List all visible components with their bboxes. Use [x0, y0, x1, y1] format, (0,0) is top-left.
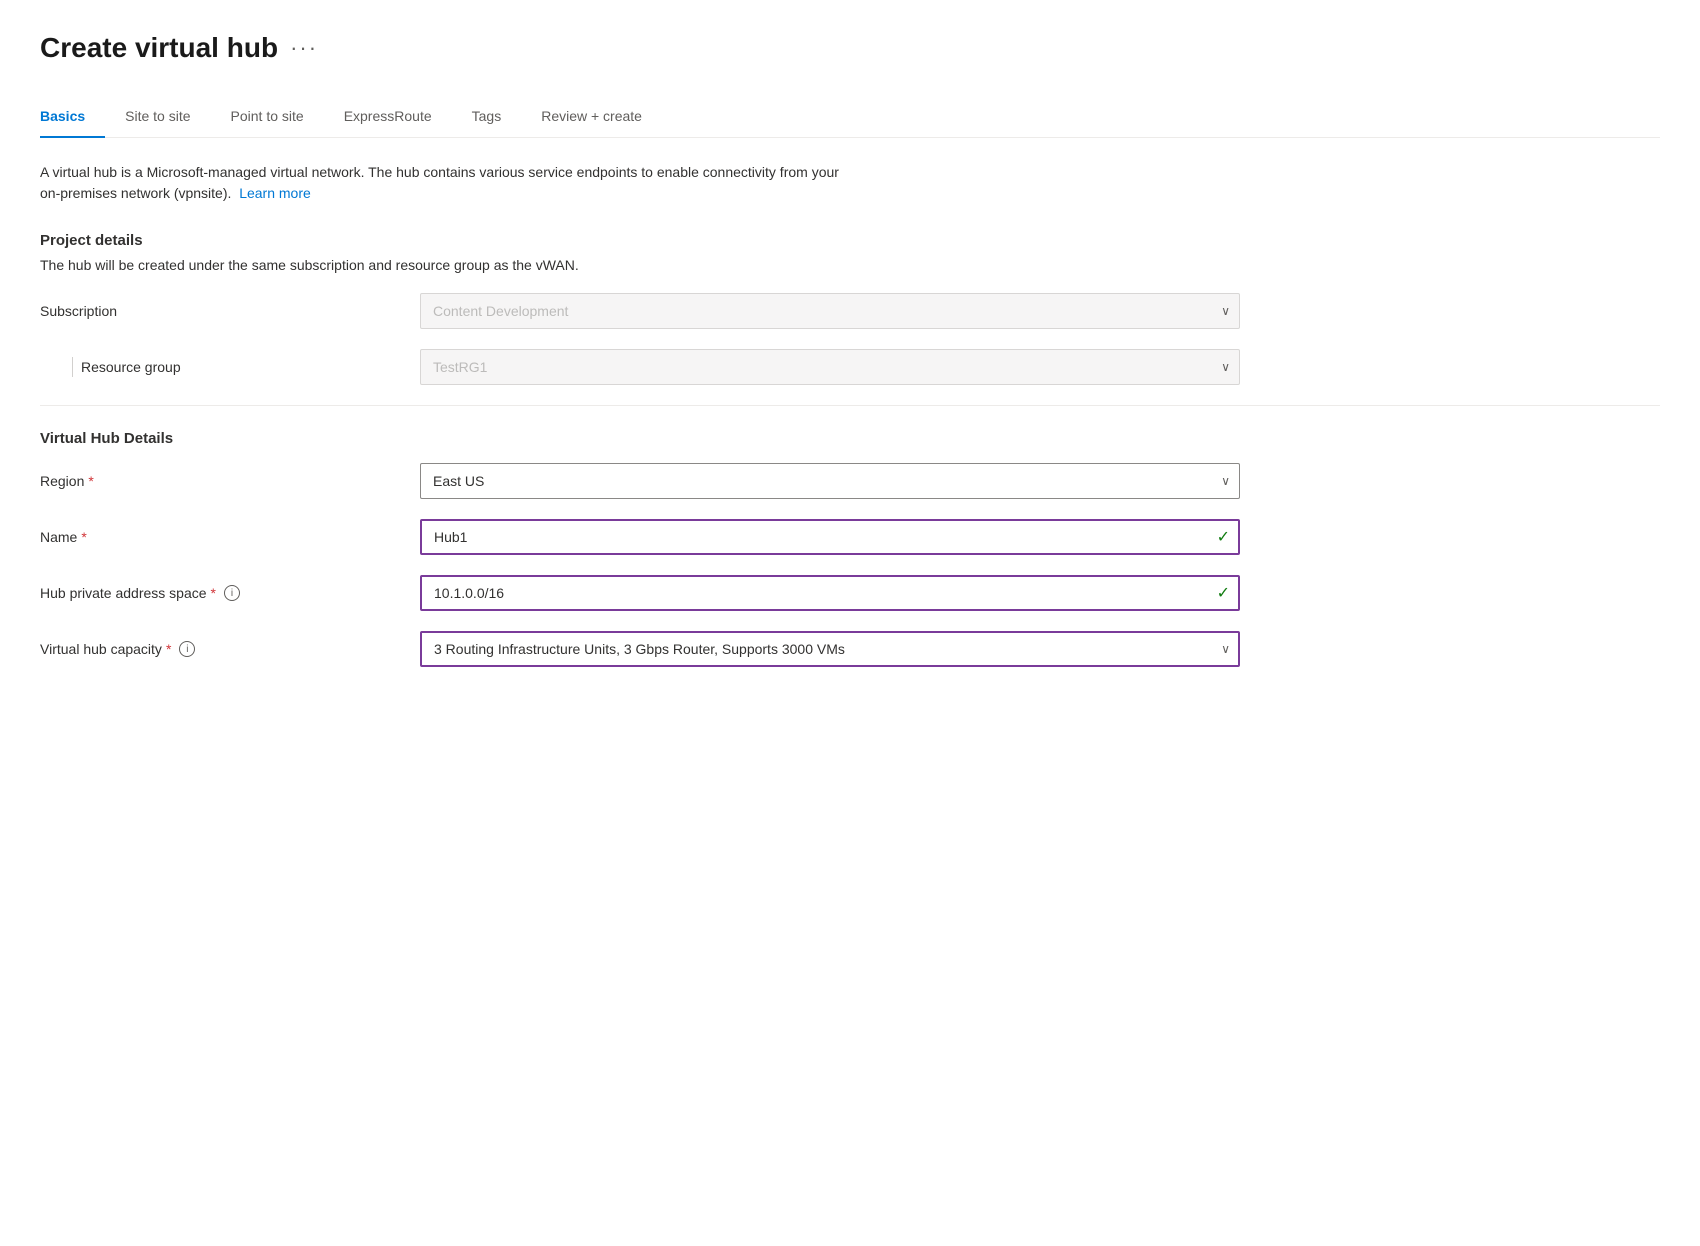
tab-basics[interactable]: Basics	[40, 96, 105, 138]
section-divider	[40, 405, 1660, 406]
page-options-button[interactable]: ···	[290, 35, 318, 61]
hub-address-valid-icon: ✓	[1217, 583, 1230, 603]
hub-capacity-required-star: *	[166, 641, 171, 657]
tab-review-create[interactable]: Review + create	[521, 96, 662, 138]
region-required-star: *	[88, 473, 93, 489]
hub-address-input-wrapper: ✓	[420, 575, 1240, 611]
hub-private-address-space-label: Hub private address space	[40, 585, 207, 601]
tab-expressroute[interactable]: ExpressRoute	[324, 96, 452, 138]
name-required-star: *	[81, 529, 86, 545]
resource-group-row: Resource group TestRG1 ∨	[40, 349, 1660, 385]
project-details-description: The hub will be created under the same s…	[40, 257, 1660, 273]
hub-address-required-star: *	[211, 585, 216, 601]
hub-capacity-select[interactable]: 3 Routing Infrastructure Units, 3 Gbps R…	[420, 631, 1240, 667]
subscription-label: Subscription	[40, 303, 117, 319]
tab-bar: Basics Site to site Point to site Expres…	[40, 96, 1660, 138]
subscription-row: Subscription Content Development ∨	[40, 293, 1660, 329]
hub-private-address-space-row: Hub private address space * i ✓	[40, 575, 1660, 611]
hub-capacity-info-icon[interactable]: i	[179, 641, 195, 657]
page-title: Create virtual hub	[40, 32, 278, 64]
virtual-hub-capacity-row: Virtual hub capacity * i 3 Routing Infra…	[40, 631, 1660, 667]
name-label: Name	[40, 529, 77, 545]
tab-tags[interactable]: Tags	[452, 96, 522, 138]
name-valid-icon: ✓	[1217, 527, 1230, 547]
name-row: Name * ✓	[40, 519, 1660, 555]
resource-group-select-wrapper: TestRG1 ∨	[420, 349, 1240, 385]
hub-address-input[interactable]	[420, 575, 1240, 611]
region-row: Region * East US ∨	[40, 463, 1660, 499]
virtual-hub-capacity-label: Virtual hub capacity	[40, 641, 162, 657]
project-details-title: Project details	[40, 232, 1660, 249]
tab-point-to-site[interactable]: Point to site	[211, 96, 324, 138]
hub-capacity-select-wrapper: 3 Routing Infrastructure Units, 3 Gbps R…	[420, 631, 1240, 667]
region-select[interactable]: East US	[420, 463, 1240, 499]
name-input-wrapper: ✓	[420, 519, 1240, 555]
name-input[interactable]	[420, 519, 1240, 555]
subscription-select-wrapper: Content Development ∨	[420, 293, 1240, 329]
virtual-hub-details-title: Virtual Hub Details	[40, 430, 1660, 447]
hub-address-info-icon[interactable]: i	[224, 585, 240, 601]
resource-group-select[interactable]: TestRG1	[420, 349, 1240, 385]
subscription-select[interactable]: Content Development	[420, 293, 1240, 329]
resource-group-label: Resource group	[81, 359, 181, 375]
region-select-wrapper: East US ∨	[420, 463, 1240, 499]
region-label: Region	[40, 473, 84, 489]
description-text: A virtual hub is a Microsoft-managed vir…	[40, 162, 860, 204]
tab-site-to-site[interactable]: Site to site	[105, 96, 210, 138]
learn-more-link[interactable]: Learn more	[239, 185, 311, 201]
